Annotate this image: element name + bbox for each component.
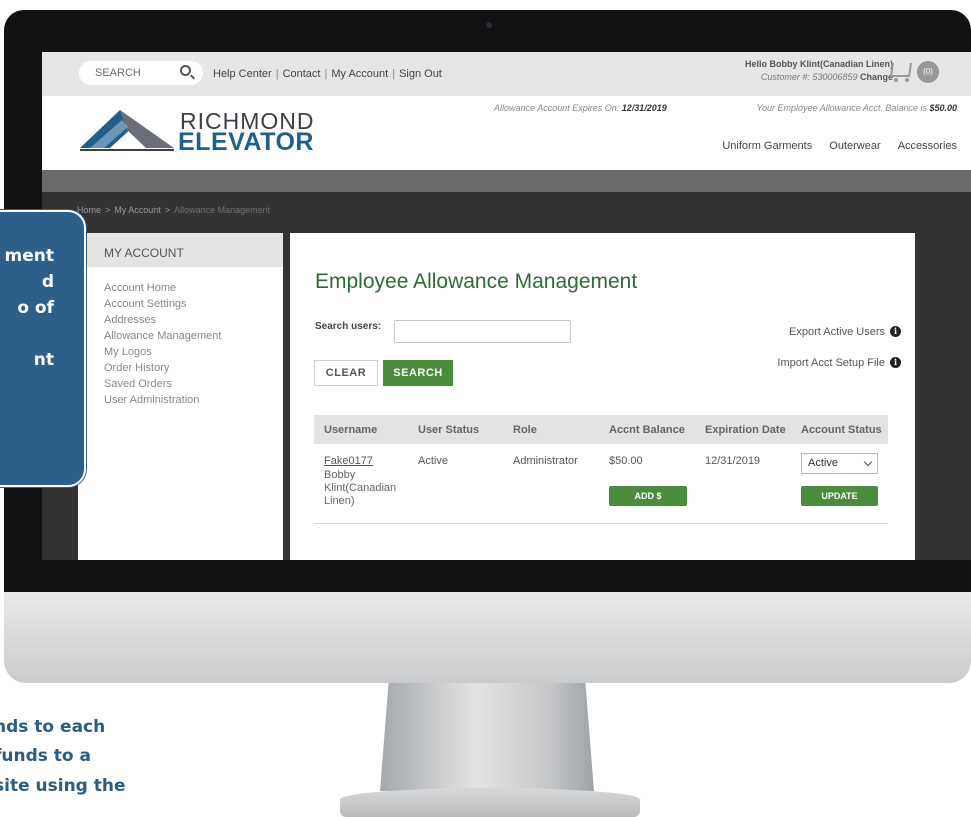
table-row: Fake0177 Bobby Klint(Canadian Linen) Act…	[314, 444, 888, 524]
col-role[interactable]: Role	[513, 424, 537, 436]
camera-icon	[486, 22, 492, 28]
cart-button[interactable]: (0)	[890, 60, 941, 86]
allowance-expiry: Allowance Account Expires On: 12/31/2019	[494, 103, 667, 113]
cart-count-badge: (0)	[917, 61, 939, 83]
sidebar-item-addresses[interactable]: Addresses	[104, 312, 283, 328]
clear-button[interactable]: CLEAR	[314, 360, 378, 386]
expiration-cell: 12/31/2019	[705, 455, 761, 467]
my-account-link[interactable]: My Account	[331, 68, 388, 80]
monitor-chin	[4, 592, 971, 683]
site-search-placeholder: SEARCH	[95, 67, 141, 79]
nav-uniform-garments[interactable]: Uniform Garments	[722, 140, 812, 152]
greeting-text: Hello Bobby Klint(Canadian Linen)	[745, 59, 893, 69]
sidebar-item-my-logos[interactable]: My Logos	[104, 344, 283, 360]
account-status-value: Active	[808, 457, 838, 469]
add-funds-button[interactable]: ADD $	[609, 486, 687, 506]
user-full-name: Bobby Klint(Canadian Linen)	[324, 469, 397, 507]
table-header: Username User Status Role Accnt Balance …	[314, 415, 888, 444]
marketing-image: SEARCH Help Center | Contact | My Account | Si…	[0, 0, 971, 817]
update-button[interactable]: UPDATE	[801, 486, 878, 506]
body-text-line: site using the	[0, 776, 126, 796]
account-status-select[interactable]: Active	[801, 453, 878, 474]
allowance-panel: Employee Allowance Management Search use…	[290, 233, 915, 560]
help-center-link[interactable]: Help Center	[213, 68, 272, 80]
export-active-users-link[interactable]: Export Active Users	[789, 326, 885, 338]
search-button[interactable]: SEARCH	[383, 360, 453, 386]
col-user-status[interactable]: User Status	[418, 424, 479, 436]
sidebar-item-user-administration[interactable]: User Administration	[104, 392, 283, 408]
cart-icon	[890, 63, 912, 77]
col-account-status[interactable]: Account Status	[801, 424, 882, 436]
search-users-label: Search users:	[315, 321, 382, 332]
username-cell: Fake0177 Bobby Klint(Canadian Linen)	[324, 455, 404, 508]
monitor-base	[340, 788, 640, 817]
sidebar-item-order-history[interactable]: Order History	[104, 360, 283, 376]
callout-line: nt	[33, 350, 54, 370]
col-expiration-date[interactable]: Expiration Date	[705, 424, 786, 436]
callout-line: ment	[4, 246, 54, 266]
breadcrumb: Home > My Account > Allowance Management	[77, 205, 271, 215]
change-customer-link[interactable]: Change	[860, 72, 893, 82]
feature-callout: ment d o of nt	[0, 210, 86, 487]
site-header: RICHMOND ELEVATOR Allowance Account Expi…	[42, 96, 971, 170]
customer-info: Hello Bobby Klint(Canadian Linen) Custom…	[745, 58, 893, 84]
sign-out-link[interactable]: Sign Out	[399, 68, 442, 80]
site-search-input[interactable]: SEARCH	[79, 61, 203, 85]
sidebar-item-allowance-management[interactable]: Allowance Management	[104, 328, 283, 344]
account-sidebar: MY ACCOUNT Account Home Account Settings…	[78, 233, 283, 560]
sidebar-item-saved-orders[interactable]: Saved Orders	[104, 376, 283, 392]
page-title: Employee Allowance Management	[315, 270, 638, 293]
nav-accessories[interactable]: Accessories	[898, 140, 957, 152]
info-icon[interactable]: i	[890, 326, 901, 337]
breadcrumb-my-account[interactable]: My Account	[114, 205, 161, 215]
body-text-line: funds to a	[0, 746, 92, 766]
col-username[interactable]: Username	[324, 424, 377, 436]
chevron-down-icon	[863, 457, 873, 467]
contact-link[interactable]: Contact	[283, 68, 321, 80]
logo-wordmark-bottom: ELEVATOR	[178, 128, 314, 156]
breadcrumb-home[interactable]: Home	[77, 205, 101, 215]
role-cell: Administrator	[513, 455, 578, 467]
sidebar-title: MY ACCOUNT	[78, 233, 283, 267]
monitor-stand	[380, 683, 594, 791]
sidebar-item-account-home[interactable]: Account Home	[104, 280, 283, 296]
expiry-date: 12/31/2019	[621, 103, 667, 113]
balance-value: $50.00	[929, 103, 957, 113]
body-text-line: nds to each	[0, 717, 106, 737]
import-acct-setup-link[interactable]: Import Acct Setup File	[777, 357, 885, 369]
balance-label: Your Employee Allowance Acct. Balance is	[756, 103, 927, 113]
balance-cell: $50.00	[609, 455, 643, 467]
richmond-elevator-logo-icon[interactable]	[80, 108, 174, 152]
info-icon[interactable]: i	[890, 357, 901, 368]
allowance-balance: Your Employee Allowance Acct. Balance is…	[757, 103, 957, 113]
username-link[interactable]: Fake0177	[324, 455, 373, 467]
main-nav: Uniform Garments Outerwear Accessories	[708, 140, 957, 152]
sidebar-item-account-settings[interactable]: Account Settings	[104, 296, 283, 312]
callout-line: d	[41, 272, 54, 292]
breadcrumb-current: Allowance Management	[174, 205, 271, 215]
utility-links: Help Center | Contact | My Account | Sign Out	[213, 68, 442, 80]
search-users-input[interactable]	[394, 320, 571, 343]
customer-number: Customer #: 530006859	[760, 72, 858, 82]
col-accnt-balance[interactable]: Accnt Balance	[609, 424, 685, 436]
divider-bar	[42, 170, 971, 192]
utility-bar: SEARCH Help Center | Contact | My Account | Si…	[42, 52, 971, 96]
callout-line: o of	[17, 298, 54, 318]
user-status-cell: Active	[418, 455, 448, 467]
search-icon[interactable]	[180, 65, 191, 76]
website-screen: SEARCH Help Center | Contact | My Account | Si…	[42, 52, 971, 560]
expiry-label: Allowance Account Expires On:	[494, 103, 620, 113]
nav-outerwear[interactable]: Outerwear	[829, 140, 880, 152]
